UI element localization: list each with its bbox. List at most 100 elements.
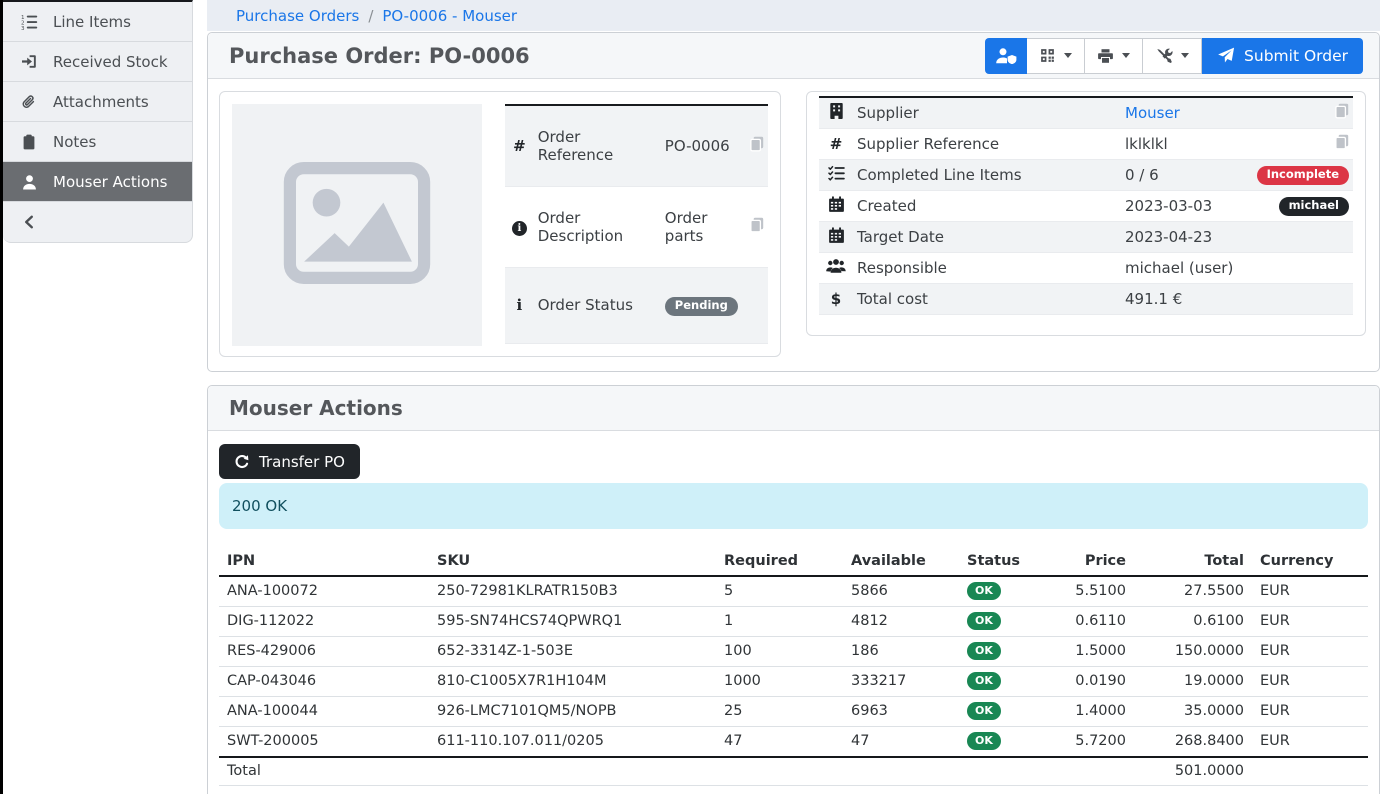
sidebar-item-label: Mouser Actions: [53, 173, 167, 191]
table-footer-row: Total 501.0000: [219, 757, 1368, 786]
cell-available: 6963: [843, 697, 959, 727]
detail-label: Order Status: [534, 267, 661, 343]
table-row: ANA-100072250-72981KLRATR150B355866OK5.5…: [219, 576, 1368, 607]
submit-order-button[interactable]: Submit Order: [1202, 38, 1363, 74]
calendar-icon: [829, 196, 844, 212]
sidebar-item-received-stock[interactable]: Received Stock: [3, 42, 192, 82]
breadcrumb-separator: /: [368, 7, 373, 25]
copy-icon[interactable]: [750, 217, 764, 233]
column-header-available: Available: [843, 548, 959, 576]
cell-status: OK: [959, 727, 1049, 758]
detail-row: Responsiblemichael (user): [819, 252, 1353, 283]
status-badge: OK: [967, 702, 1001, 720]
image-icon: [282, 162, 432, 288]
cell-total: 27.5500: [1134, 576, 1252, 607]
list-check-icon: [828, 165, 845, 181]
detail-row: iOrder DescriptionOrder parts: [505, 187, 768, 268]
copy-icon[interactable]: [750, 136, 764, 152]
footer-total-value: 501.0000: [1134, 757, 1252, 786]
cell-price: 1.5000: [1049, 637, 1134, 667]
qrcode-icon: [1039, 47, 1056, 64]
sidebar-item-notes[interactable]: Notes: [3, 122, 192, 162]
mouser-actions-panel-body: Transfer PO 200 OK IPNSKURequiredAvailab…: [208, 431, 1379, 786]
detail-row: #Order ReferencePO-0006: [505, 105, 768, 187]
cell-currency: EUR: [1252, 697, 1368, 727]
cell-price: 1.4000: [1049, 697, 1134, 727]
column-header-ipn: IPN: [219, 548, 429, 576]
order-actions-button[interactable]: [1143, 38, 1202, 74]
detail-label: Order Reference: [534, 105, 661, 187]
order-summary-card: #Order ReferencePO-0006iOrder Descriptio…: [219, 91, 781, 357]
detail-value: michael (user): [1125, 259, 1233, 277]
cell-total: 19.0000: [1134, 667, 1252, 697]
detail-value: lklklkl: [1125, 135, 1168, 153]
detail-row: Created2023-03-03michael: [819, 190, 1353, 221]
svg-text:3: 3: [21, 26, 25, 30]
transfer-po-button[interactable]: Transfer PO: [219, 444, 360, 479]
line-items-table: IPNSKURequiredAvailableStatusPriceTotalC…: [219, 548, 1368, 786]
cell-total: 35.0000: [1134, 697, 1252, 727]
status-badge: OK: [967, 642, 1001, 660]
detail-row: $Total cost491.1 €: [819, 283, 1353, 314]
supplier-details-table: SupplierMouser #Supplier Referencelklklkl…: [819, 96, 1353, 315]
status-alert-message: 200 OK: [232, 497, 287, 515]
sidebar-item-line-items[interactable]: 123Line Items: [3, 2, 192, 42]
cell-currency: EUR: [1252, 576, 1368, 607]
chevron-left-icon: [16, 215, 42, 229]
detail-label: Supplier Reference: [853, 128, 1121, 159]
user-actions-button[interactable]: [985, 38, 1027, 74]
chevron-down-icon: [1122, 53, 1130, 58]
cell-sku: 611-110.107.011/0205: [429, 727, 716, 758]
cell-ipn: ANA-100072: [219, 576, 429, 607]
detail-value: 0 / 6: [1125, 166, 1159, 184]
breadcrumb-link-current-order[interactable]: PO-0006 - Mouser: [382, 7, 517, 25]
cell-required: 1000: [716, 667, 843, 697]
status-badge: OK: [967, 582, 1001, 600]
cell-status: OK: [959, 637, 1049, 667]
cell-available: 4812: [843, 607, 959, 637]
detail-row: Target Date2023-04-23: [819, 221, 1353, 252]
cell-ipn: SWT-200005: [219, 727, 429, 758]
cell-required: 1: [716, 607, 843, 637]
info-circle-icon: i: [512, 221, 527, 236]
sidebar-collapse-button[interactable]: [3, 202, 192, 242]
detail-label: Target Date: [853, 221, 1121, 252]
cell-ipn: RES-429006: [219, 637, 429, 667]
refresh-icon: [234, 454, 250, 470]
cell-sku: 926-LMC7101QM5/NOPB: [429, 697, 716, 727]
sidebar-item-attachments[interactable]: Attachments: [3, 82, 192, 122]
order-toolbar: Submit Order: [985, 38, 1363, 74]
detail-label: Supplier: [853, 97, 1121, 128]
detail-value: PO-0006: [665, 137, 730, 155]
barcode-actions-button[interactable]: [1027, 38, 1085, 74]
chevron-down-icon: [1181, 53, 1189, 58]
cell-required: 25: [716, 697, 843, 727]
detail-label: Completed Line Items: [853, 159, 1121, 190]
cell-sku: 595-SN74HCS74QPWRQ1: [429, 607, 716, 637]
sidebar-item-label: Attachments: [53, 93, 149, 111]
copy-icon[interactable]: [1335, 134, 1349, 150]
cell-currency: EUR: [1252, 727, 1368, 758]
status-badge: Pending: [665, 297, 738, 316]
detail-value[interactable]: Mouser: [1125, 104, 1180, 122]
cell-ipn: ANA-100044: [219, 697, 429, 727]
cell-status: OK: [959, 607, 1049, 637]
main-content: Purchase Orders / PO-0006 - Mouser Purch…: [207, 0, 1380, 794]
cell-status: OK: [959, 576, 1049, 607]
purchase-order-panel-header: Purchase Order: PO-0006: [208, 33, 1379, 79]
printer-icon: [1097, 48, 1114, 64]
order-image-placeholder[interactable]: [232, 104, 482, 346]
print-actions-button[interactable]: [1085, 38, 1143, 74]
cell-currency: EUR: [1252, 637, 1368, 667]
detail-label: Responsible: [853, 252, 1121, 283]
cell-sku: 250-72981KLRATR150B3: [429, 576, 716, 607]
status-badge: OK: [967, 672, 1001, 690]
copy-icon[interactable]: [1335, 103, 1349, 119]
cell-currency: EUR: [1252, 607, 1368, 637]
breadcrumb-link-purchase-orders[interactable]: Purchase Orders: [236, 7, 359, 25]
detail-row: #Supplier Referencelklklkl: [819, 128, 1353, 159]
cell-required: 47: [716, 727, 843, 758]
sidebar-item-mouser-actions[interactable]: Mouser Actions: [3, 162, 192, 202]
detail-value: 491.1 €: [1125, 290, 1182, 308]
detail-row: iOrder StatusPending: [505, 267, 768, 343]
